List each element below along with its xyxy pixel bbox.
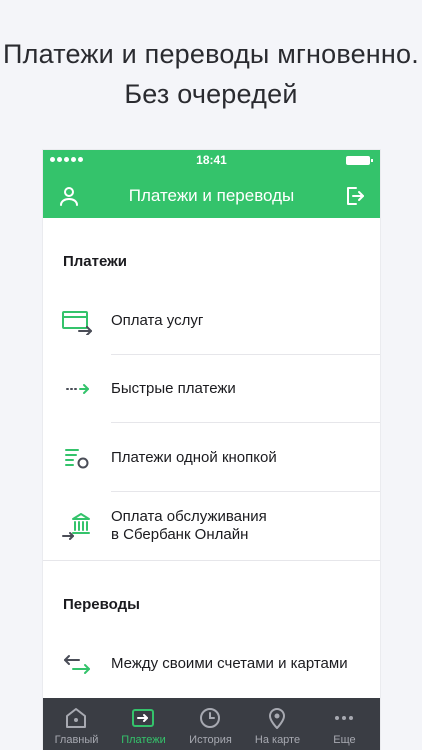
list-item-label-line-1: Оплата обслуживания bbox=[111, 508, 267, 525]
list-item-label-line-2: в Сбербанк Онлайн bbox=[111, 526, 249, 543]
status-bar: 18:41 bbox=[43, 150, 380, 170]
tab-map[interactable]: На карте bbox=[244, 698, 311, 750]
tab-bar: Главный Платежи История На карте Еще bbox=[43, 698, 380, 750]
tab-label: История bbox=[189, 734, 232, 746]
section-title-payments: Платежи bbox=[63, 253, 127, 270]
tab-payments[interactable]: Платежи bbox=[110, 698, 177, 750]
page-title: Платежи и переводы bbox=[128, 186, 295, 205]
list-item-label: Быстрые платежи bbox=[111, 380, 236, 397]
list-item-own-accounts-transfer[interactable]: Между своими счетами и картами bbox=[43, 630, 380, 698]
promo-headline: Платежи и переводы мгновенно. Без очеред… bbox=[0, 34, 422, 114]
content-list: Платежи Оплата услуг Быстрые платежи Пла… bbox=[43, 218, 380, 698]
tab-main[interactable]: Главный bbox=[43, 698, 110, 750]
logout-icon[interactable] bbox=[342, 184, 366, 208]
home-icon bbox=[64, 706, 88, 730]
status-time: 18:41 bbox=[196, 153, 227, 167]
payments-icon bbox=[131, 706, 155, 730]
list-item-one-click-payments[interactable]: Платежи одной кнопкой bbox=[43, 423, 380, 491]
map-pin-icon bbox=[265, 706, 289, 730]
tab-label: Платежи bbox=[121, 734, 166, 746]
list-item-label: Оплата услуг bbox=[111, 312, 204, 329]
clock-icon bbox=[198, 706, 222, 730]
promo-line-1: Платежи и переводы мгновенно. bbox=[3, 39, 419, 69]
list-item-utility-payment[interactable]: Оплата услуг bbox=[43, 287, 380, 355]
tab-history[interactable]: История bbox=[177, 698, 244, 750]
phone-screen: 18:41 Платежи и переводы Платежи Оплата … bbox=[43, 150, 380, 750]
bank-arrow-icon bbox=[61, 512, 93, 540]
list-circle-icon bbox=[61, 445, 93, 471]
list-item-label: Между своими счетами и картами bbox=[111, 655, 348, 672]
list-item-fast-payments[interactable]: Быстрые платежи bbox=[43, 355, 380, 423]
tab-label: Главный bbox=[54, 734, 99, 746]
section-divider bbox=[43, 560, 380, 561]
card-arrow-icon bbox=[61, 309, 93, 336]
swap-arrows-icon bbox=[61, 652, 93, 678]
dashed-arrow-icon bbox=[61, 377, 93, 403]
promo-line-2: Без очередей bbox=[124, 79, 298, 109]
list-item-label: Оплата обслуживания в Сбербанк Онлайн bbox=[111, 508, 267, 544]
section-title-transfers: Переводы bbox=[63, 596, 140, 613]
battery-icon bbox=[346, 156, 373, 165]
tab-label: Еще bbox=[333, 734, 356, 746]
list-item-online-service-fee[interactable]: Оплата обслуживания в Сбербанк Онлайн bbox=[43, 492, 380, 560]
tab-more[interactable]: Еще bbox=[311, 698, 378, 750]
app-header: 18:41 Платежи и переводы bbox=[43, 150, 380, 218]
list-item-label: Платежи одной кнопкой bbox=[111, 449, 277, 466]
more-dots-icon bbox=[332, 706, 356, 730]
tab-label: На карте bbox=[254, 734, 301, 746]
